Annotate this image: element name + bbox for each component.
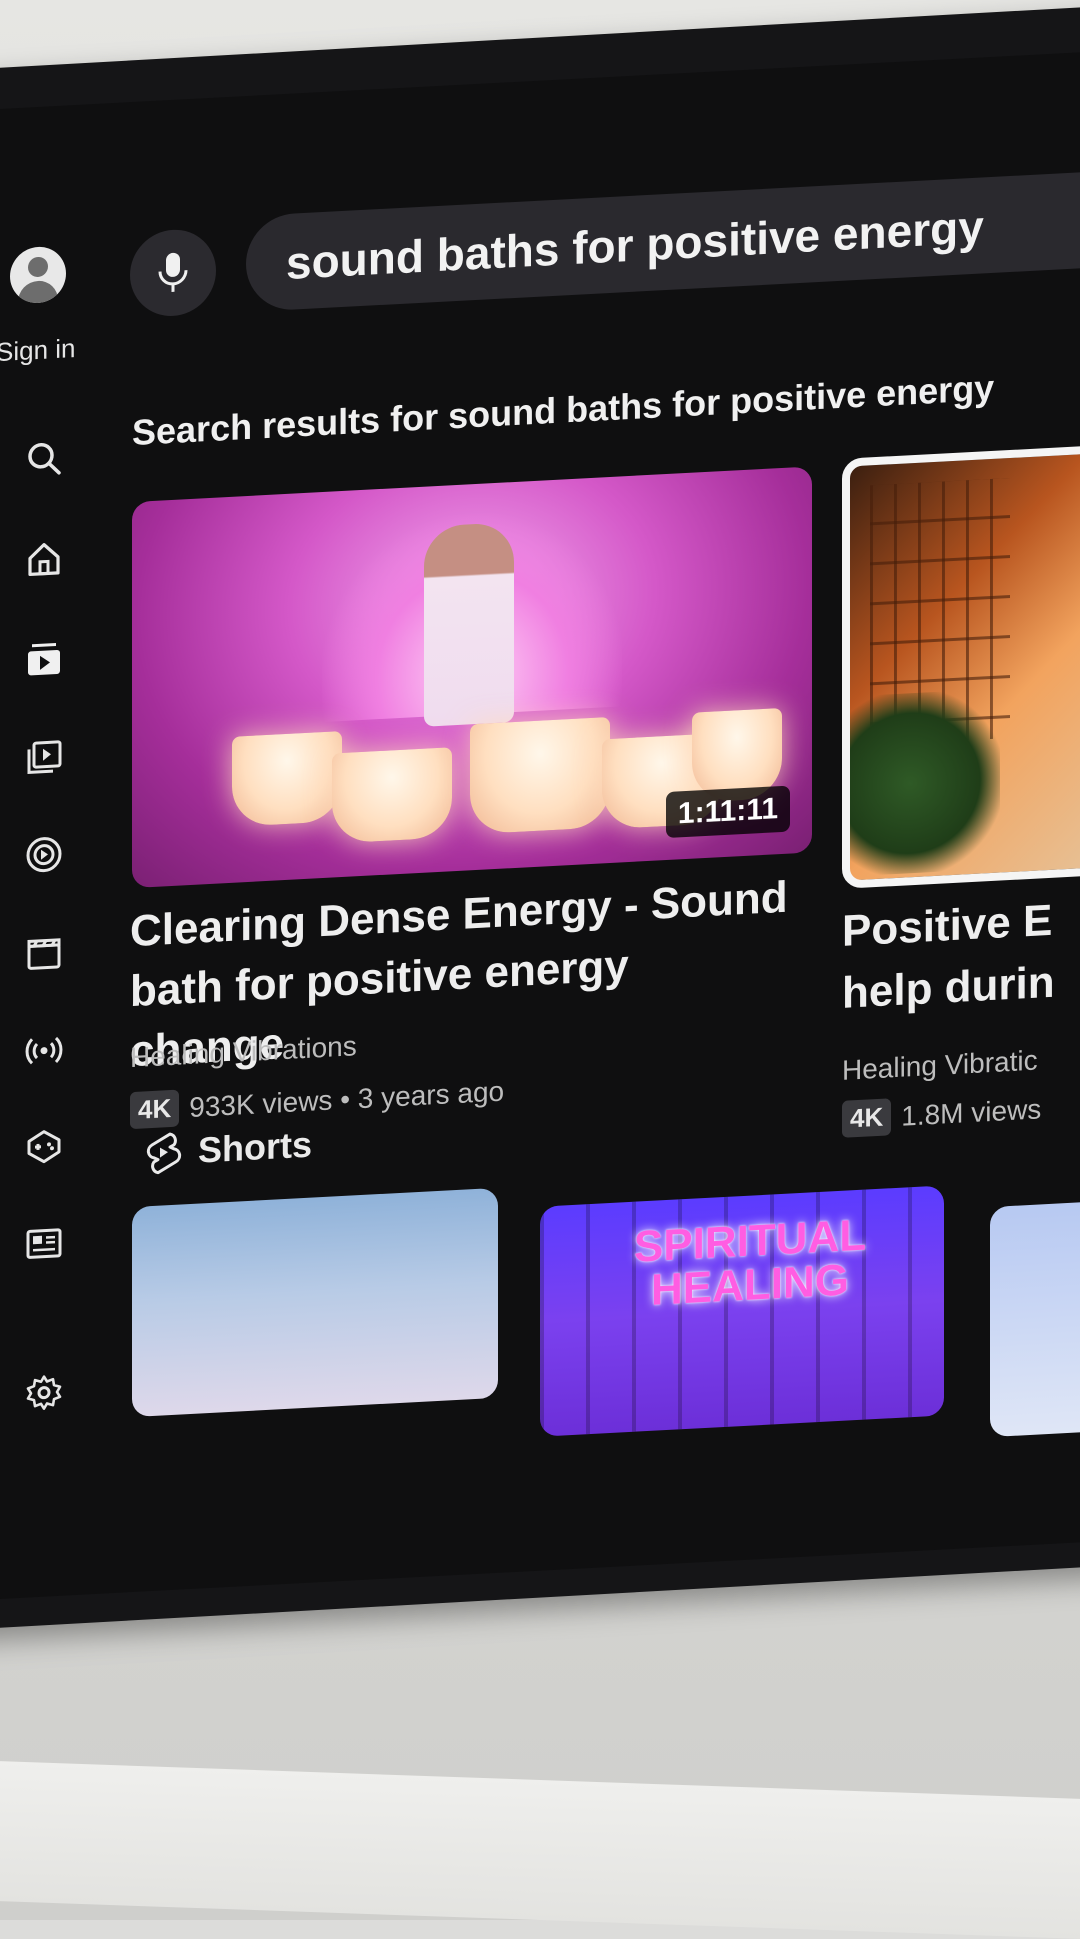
thumbnail-bowl (470, 717, 610, 834)
video-title-line: Positive E (842, 880, 1080, 963)
video-title[interactable]: Positive E help durin (842, 880, 1080, 1025)
youtube-music-icon[interactable] (22, 831, 66, 877)
video-meta: 4K 1.8M views (842, 1090, 1041, 1137)
shorts-thumbnail[interactable] (132, 1188, 498, 1417)
sidebar: Sign in (0, 244, 100, 249)
settings-icon[interactable] (22, 1369, 66, 1415)
news-icon[interactable] (22, 1219, 66, 1265)
library-icon[interactable] (22, 733, 66, 779)
4k-badge: 4K (842, 1098, 891, 1138)
shorts-label: Shorts (198, 1124, 312, 1172)
shorts-shelf-header: Shorts (144, 1123, 312, 1176)
video-thumbnail-focused[interactable] (842, 444, 1080, 889)
video-views: 1.8M views (901, 1093, 1041, 1132)
search-input[interactable]: sound baths for positive energy (246, 169, 1080, 312)
duration-badge: 1:11:11 (666, 786, 790, 839)
shorts-thumbnail-text: SPIRITUAL HEALING (610, 1212, 890, 1315)
search-results-heading: Search results for sound baths for posit… (132, 367, 994, 454)
voice-search-button[interactable] (130, 228, 216, 319)
tv-screen: Sign in (0, 51, 1080, 1600)
channel-name: Healing Vibratic (842, 1045, 1038, 1087)
search-icon[interactable] (22, 435, 66, 481)
shorts-icon (144, 1129, 184, 1175)
4k-badge: 4K (130, 1090, 179, 1130)
video-views-age: 933K views • 3 years ago (189, 1075, 504, 1124)
thumbnail-person (424, 522, 514, 727)
thumbnail-bowl (232, 731, 342, 827)
live-icon[interactable] (22, 1027, 66, 1073)
microphone-icon (153, 249, 193, 297)
movies-icon[interactable] (22, 929, 66, 975)
gaming-icon[interactable] (22, 1123, 66, 1169)
thumbnail-bowl (332, 747, 452, 843)
shorts-thumbnail[interactable]: SPIRITUAL HEALING (540, 1185, 944, 1436)
video-thumbnail[interactable]: 1:11:11 (132, 466, 812, 888)
video-meta: 4K 933K views • 3 years ago (130, 1073, 504, 1130)
thumbnail-plant (850, 689, 1000, 877)
subscriptions-icon[interactable] (22, 635, 66, 681)
sign-in-label[interactable]: Sign in (0, 332, 96, 368)
shorts-thumbnail[interactable] (990, 1197, 1080, 1437)
home-icon[interactable] (22, 535, 66, 581)
account-avatar-icon[interactable] (10, 245, 66, 304)
